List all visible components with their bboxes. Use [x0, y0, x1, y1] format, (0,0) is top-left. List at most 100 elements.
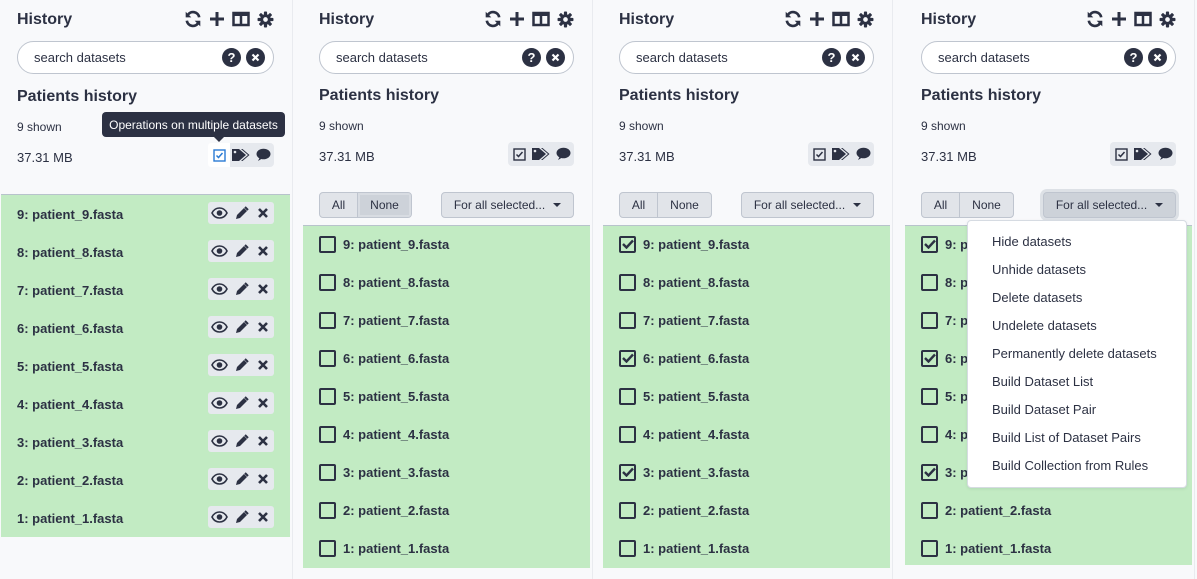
dataset-item[interactable]: 7: patient_7.fasta: [619, 307, 874, 333]
history-name[interactable]: Patients history: [619, 87, 739, 105]
delete-icon[interactable]: [254, 242, 272, 260]
search-input[interactable]: [636, 42, 816, 73]
dropdown-item[interactable]: Build Collection from Rules: [992, 458, 1148, 473]
dataset-title[interactable]: 9: p: [945, 237, 968, 252]
help-icon[interactable]: ?: [1124, 48, 1143, 67]
delete-icon[interactable]: [254, 394, 272, 412]
checkbox-unchecked[interactable]: [619, 539, 636, 557]
select-datasets-icon[interactable]: [1110, 143, 1132, 165]
select-none-button[interactable]: None: [358, 193, 411, 217]
help-icon[interactable]: ?: [522, 48, 541, 67]
history-name[interactable]: Patients history: [17, 88, 137, 106]
dataset-item[interactable]: 2: patient_2.fasta: [921, 497, 1176, 523]
checkbox-checked[interactable]: [921, 463, 938, 481]
checkbox-unchecked[interactable]: [619, 387, 636, 405]
dataset-item[interactable]: 5: patient_5.fasta: [17, 353, 274, 379]
dataset-item[interactable]: 2: patient_2.fasta: [17, 467, 274, 493]
columns-icon[interactable]: [232, 10, 250, 28]
shown-count[interactable]: 9 shown: [17, 120, 62, 134]
pencil-icon[interactable]: [232, 432, 250, 450]
delete-icon[interactable]: [254, 318, 272, 336]
checkbox-unchecked[interactable]: [319, 311, 336, 329]
checkbox-unchecked[interactable]: [921, 501, 938, 519]
comment-icon[interactable]: [852, 143, 874, 165]
checkbox-unchecked[interactable]: [319, 463, 336, 481]
tags-icon[interactable]: [530, 143, 552, 165]
checkbox-unchecked[interactable]: [319, 501, 336, 519]
dataset-item[interactable]: 6: patient_6.fasta: [619, 345, 874, 371]
refresh-icon[interactable]: [184, 10, 202, 28]
delete-icon[interactable]: [254, 280, 272, 298]
checkbox-unchecked[interactable]: [319, 273, 336, 291]
dataset-title[interactable]: 2: patient_2.fasta: [945, 503, 1051, 518]
clear-icon[interactable]: [846, 48, 865, 67]
select-all-button[interactable]: All: [320, 193, 358, 217]
checkbox-checked[interactable]: [619, 235, 636, 253]
dataset-title[interactable]: 6: patient_6.fasta: [343, 351, 449, 366]
comment-icon[interactable]: [252, 144, 274, 166]
search-input[interactable]: [938, 42, 1118, 73]
dataset-title[interactable]: 9: patient_9.fasta: [343, 237, 449, 252]
pencil-icon[interactable]: [232, 242, 250, 260]
history-name[interactable]: Patients history: [319, 87, 439, 105]
dataset-title[interactable]: 8: patient_8.fasta: [643, 275, 749, 290]
eye-icon[interactable]: [210, 470, 228, 488]
dataset-title[interactable]: 5: patient_5.fasta: [343, 389, 449, 404]
tags-icon[interactable]: [1132, 143, 1154, 165]
dataset-item[interactable]: 6: patient_6.fasta: [17, 315, 274, 341]
dataset-title[interactable]: 2: patient_2.fasta: [643, 503, 749, 518]
comment-icon[interactable]: [552, 143, 574, 165]
checkbox-unchecked[interactable]: [319, 349, 336, 367]
dataset-item[interactable]: 8: patient_8.fasta: [619, 269, 874, 295]
dataset-item[interactable]: 8: patient_8.fasta: [17, 239, 274, 265]
dropdown-item[interactable]: Hide datasets: [992, 234, 1072, 249]
dataset-item[interactable]: 1: patient_1.fasta: [319, 535, 574, 561]
history-name[interactable]: Patients history: [921, 87, 1041, 105]
refresh-icon[interactable]: [484, 10, 502, 28]
columns-icon[interactable]: [1134, 10, 1152, 28]
dataset-title[interactable]: 8: patient_8.fasta: [17, 245, 123, 260]
checkbox-unchecked[interactable]: [319, 425, 336, 443]
dataset-item[interactable]: 1: patient_1.fasta: [17, 505, 274, 531]
select-datasets-icon[interactable]: [808, 143, 830, 165]
pencil-icon[interactable]: [232, 280, 250, 298]
dataset-item[interactable]: 1: patient_1.fasta: [619, 535, 874, 561]
dataset-item[interactable]: 5: patient_5.fasta: [319, 383, 574, 409]
dataset-title[interactable]: 4: patient_4.fasta: [343, 427, 449, 442]
shown-count[interactable]: 9 shown: [921, 119, 966, 133]
select-all-button[interactable]: All: [922, 193, 960, 217]
dataset-item[interactable]: 2: patient_2.fasta: [319, 497, 574, 523]
dropdown-item[interactable]: Undelete datasets: [992, 318, 1097, 333]
dropdown-item[interactable]: Build List of Dataset Pairs: [992, 430, 1141, 445]
dataset-title[interactable]: 5: patient_5.fasta: [643, 389, 749, 404]
for-all-selected-dropdown[interactable]: For all selected...: [441, 192, 574, 218]
columns-icon[interactable]: [832, 10, 850, 28]
dataset-title[interactable]: 5: patient_5.fasta: [17, 359, 123, 374]
tags-icon[interactable]: [230, 144, 252, 166]
dataset-title[interactable]: 1: patient_1.fasta: [17, 511, 123, 526]
pencil-icon[interactable]: [232, 394, 250, 412]
columns-icon[interactable]: [532, 10, 550, 28]
dataset-title[interactable]: 8: patient_8.fasta: [343, 275, 449, 290]
checkbox-unchecked[interactable]: [921, 311, 938, 329]
pencil-icon[interactable]: [232, 204, 250, 222]
dataset-item[interactable]: 3: patient_3.fasta: [17, 429, 274, 455]
eye-icon[interactable]: [210, 356, 228, 374]
dropdown-item[interactable]: Delete datasets: [992, 290, 1082, 305]
select-none-button[interactable]: None: [658, 193, 711, 217]
delete-icon[interactable]: [254, 432, 272, 450]
dataset-item[interactable]: 9: patient_9.fasta: [319, 231, 574, 257]
checkbox-unchecked[interactable]: [921, 539, 938, 557]
select-all-button[interactable]: All: [620, 193, 658, 217]
shown-count[interactable]: 9 shown: [319, 119, 364, 133]
dataset-title[interactable]: 2: patient_2.fasta: [17, 473, 123, 488]
pencil-icon[interactable]: [232, 470, 250, 488]
dataset-title[interactable]: 6: patient_6.fasta: [17, 321, 123, 336]
pencil-icon[interactable]: [232, 508, 250, 526]
dataset-title[interactable]: 9: patient_9.fasta: [643, 237, 749, 252]
checkbox-checked[interactable]: [619, 463, 636, 481]
gear-icon[interactable]: [856, 10, 874, 28]
dataset-title[interactable]: 7: patient_7.fasta: [343, 313, 449, 328]
select-none-button[interactable]: None: [960, 193, 1013, 217]
dropdown-item[interactable]: Permanently delete datasets: [992, 346, 1157, 361]
